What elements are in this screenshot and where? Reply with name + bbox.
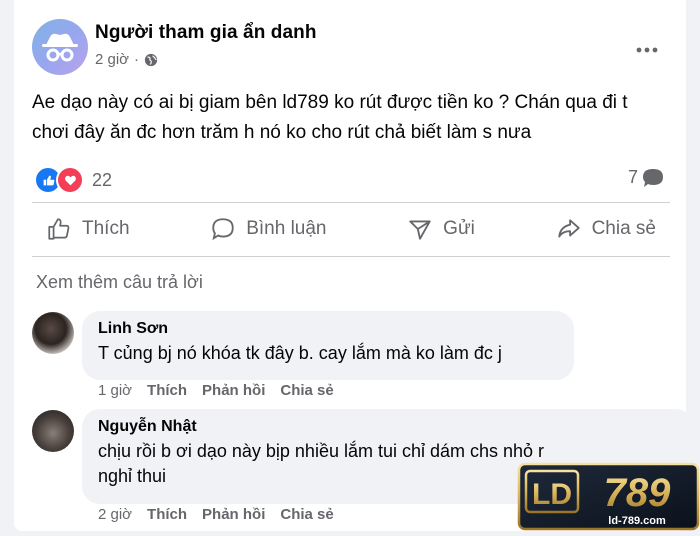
- globe-icon: [144, 53, 158, 66]
- more-icon: [636, 47, 658, 53]
- send-label: Gửi: [443, 218, 475, 239]
- send-icon: [409, 220, 431, 240]
- logo-number: 789: [604, 471, 671, 515]
- share-icon: [557, 219, 580, 238]
- comment-actions: 1 giờ Thích Phản hồi Chia sẻ: [98, 382, 334, 399]
- comment-icon: [212, 218, 234, 241]
- like-button[interactable]: Thích: [32, 208, 144, 250]
- more-options-button[interactable]: [635, 34, 659, 60]
- post-card: Người tham gia ẩn danh 2 giờ · Ae dạo nà…: [14, 0, 686, 531]
- logo-domain: ld-789.com: [608, 515, 666, 527]
- incognito-icon: [42, 33, 78, 62]
- post-text-line: chơi đây ăn đc hơn trăm h nó ko cho rút …: [32, 122, 532, 143]
- comment-text: T củng bj nó khóa tk đây b. cay lắm mà k…: [98, 343, 502, 363]
- comment-time[interactable]: 1 giờ: [98, 382, 132, 399]
- comment-time[interactable]: 2 giờ: [98, 506, 132, 523]
- post-text: Ae dạo này có ai bị giam bên ld789 ko rú…: [32, 88, 672, 148]
- comment-bubble-icon: [643, 168, 663, 187]
- divider: [32, 256, 670, 257]
- comment-actions: 2 giờ Thích Phản hồi Chia sẻ: [98, 506, 334, 523]
- love-reaction-icon: [56, 166, 84, 194]
- post-text-line: Ae dạo này có ai bị giam bên ld789 ko rú…: [32, 92, 628, 113]
- comment-share-button[interactable]: Chia sẻ: [280, 506, 333, 523]
- reaction-count: 22: [92, 169, 113, 190]
- comment-count-value: 7: [627, 167, 638, 187]
- ld789-logo: LD 789 ld-789.com: [517, 462, 700, 531]
- anonymous-avatar[interactable]: [32, 19, 88, 75]
- comment-reply-button[interactable]: Phản hồi: [202, 506, 265, 523]
- comment-reply-button[interactable]: Phản hồi: [202, 382, 265, 399]
- comment-like-button[interactable]: Thích: [147, 382, 187, 399]
- see-more-replies-link[interactable]: Xem thêm câu trả lời: [36, 272, 203, 293]
- send-button[interactable]: Gửi: [393, 208, 489, 250]
- divider: [32, 202, 670, 203]
- share-button[interactable]: Chia sẻ: [542, 208, 670, 250]
- avatar[interactable]: [32, 312, 74, 354]
- avatar[interactable]: [32, 410, 74, 452]
- comment-text-line: chịu rồi b ơi dạo này bịp nhiều lắm tui …: [98, 441, 545, 461]
- share-label: Chia sẻ: [591, 218, 656, 239]
- comment-like-button[interactable]: Thích: [147, 506, 187, 523]
- thumb-up-icon: [48, 218, 70, 240]
- comment-share-button[interactable]: Chia sẻ: [280, 382, 333, 399]
- comment-button[interactable]: Bình luận: [196, 208, 340, 250]
- comment-bubble: Linh Sơn T củng bj nó khóa tk đây b. cay…: [82, 311, 574, 380]
- post-meta: 2 giờ ·: [95, 51, 158, 68]
- like-label: Thích: [82, 218, 130, 239]
- post-author[interactable]: Người tham gia ẩn danh: [95, 22, 317, 44]
- comment-count[interactable]: 7: [628, 167, 664, 188]
- meta-separator: ·: [134, 51, 140, 68]
- comment-author[interactable]: Linh Sơn: [98, 320, 558, 338]
- comment-label: Bình luận: [246, 218, 327, 239]
- post-time[interactable]: 2 giờ: [95, 51, 129, 68]
- logo-ld: LD: [532, 478, 572, 511]
- post-actions: Thích Bình luận Gửi Chia sẻ: [32, 208, 670, 250]
- reactions-summary[interactable]: 22: [34, 166, 112, 194]
- comment-author[interactable]: Nguyễn Nhật: [98, 418, 678, 436]
